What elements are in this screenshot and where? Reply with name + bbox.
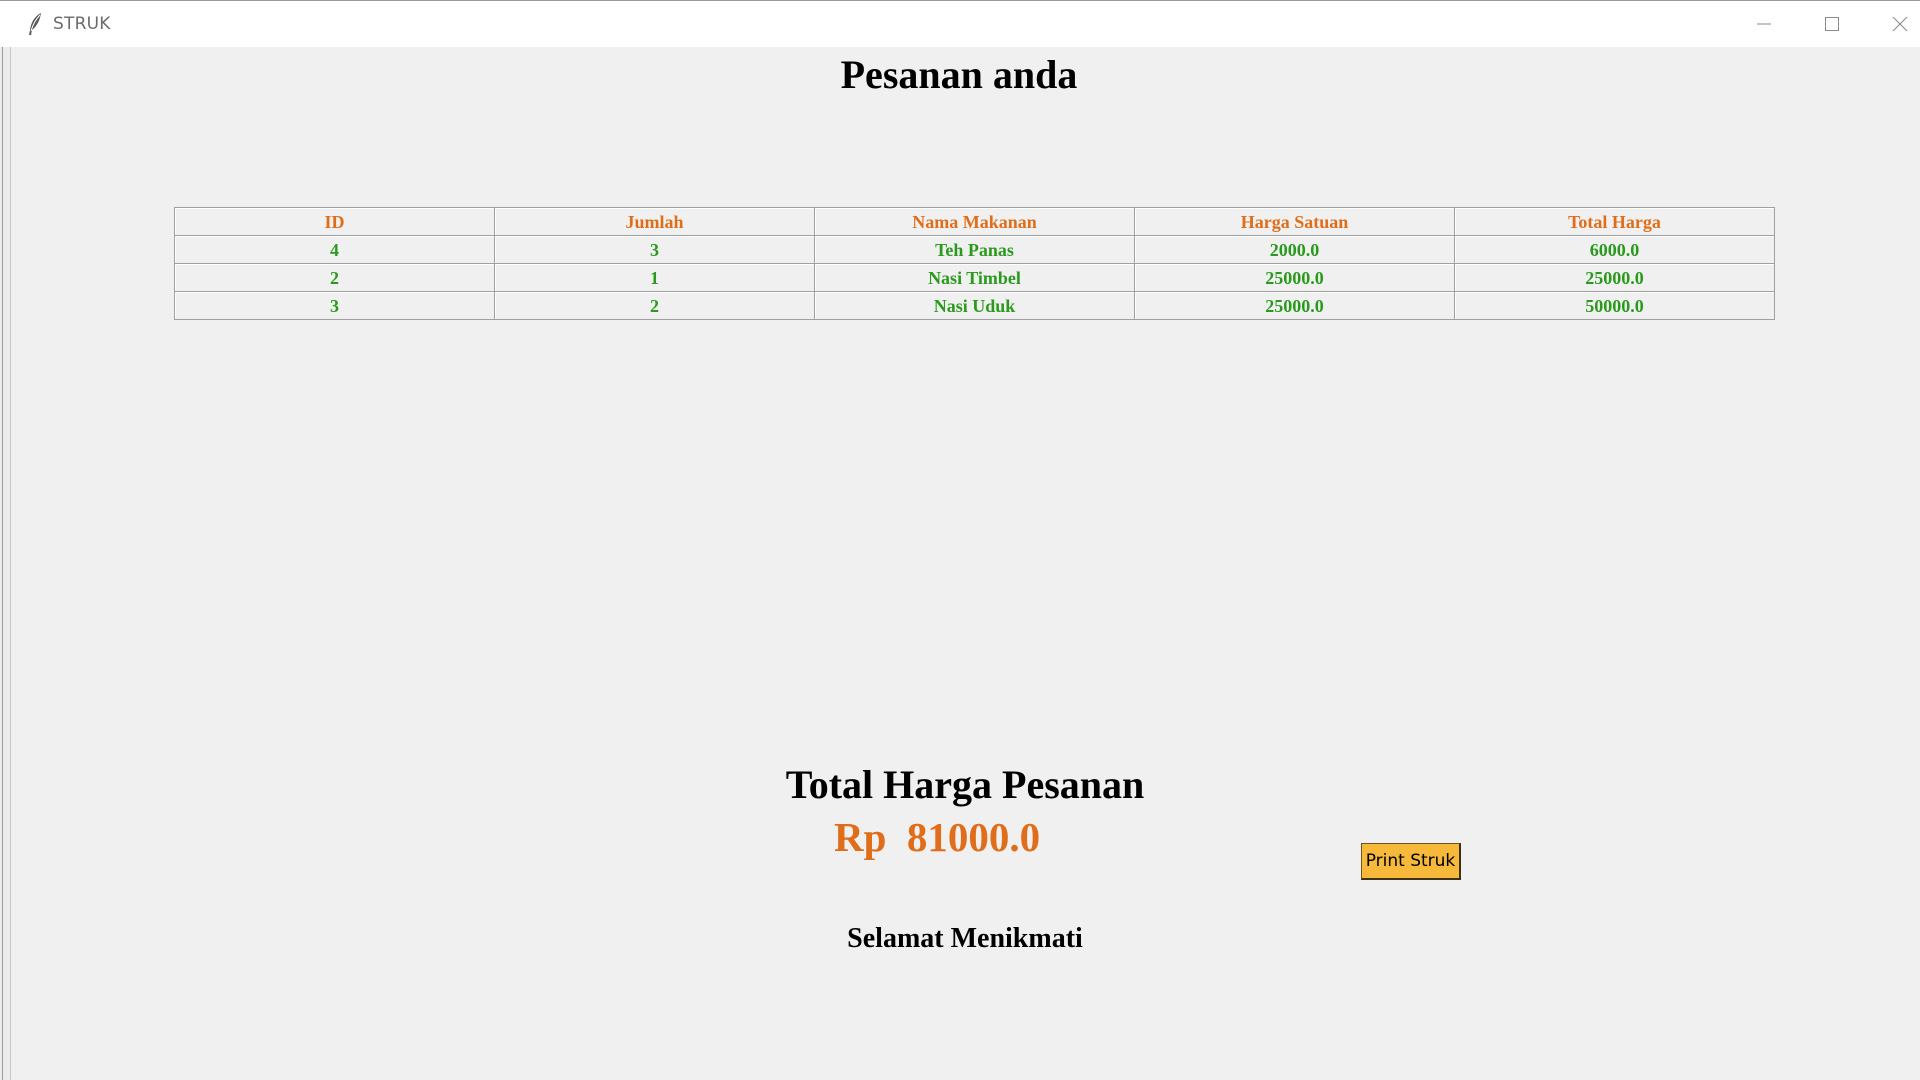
cell-harga-satuan: 2000.0 [1134,235,1455,264]
window-title: STRUK [53,14,111,34]
close-icon [1892,16,1908,32]
column-header-jumlah: Jumlah [494,207,815,236]
minimize-icon [1757,17,1771,31]
maximize-button[interactable] [1798,1,1866,47]
cell-nama-makanan: Nasi Timbel [814,263,1135,292]
total-label: Total Harga Pesanan [785,762,1145,807]
column-header-harga-satuan: Harga Satuan [1134,207,1455,236]
feather-icon [26,12,44,36]
closing-message: Selamat Menikmati [847,923,1083,954]
cell-id: 2 [174,263,495,292]
cell-total-harga: 50000.0 [1454,291,1775,320]
cell-jumlah: 1 [494,263,815,292]
cell-jumlah: 3 [494,235,815,264]
main-content: Pesanan anda ID Jumlah Nama Makanan Harg… [11,47,1920,1080]
window-left-border [0,0,11,1080]
page-title: Pesanan anda [840,52,1078,97]
print-struk-button[interactable]: Print Struk [1361,843,1461,880]
minimize-button[interactable] [1730,1,1798,47]
total-value: Rp 81000.0 [834,814,1041,860]
table-row: 2 1 Nasi Timbel 25000.0 25000.0 [174,263,1775,292]
app-window: STRUK Pesanan anda ID Jumlah Nama Makana… [0,0,1920,1080]
cell-harga-satuan: 25000.0 [1134,291,1455,320]
column-header-nama-makanan: Nama Makanan [814,207,1135,236]
cell-harga-satuan: 25000.0 [1134,263,1455,292]
cell-total-harga: 25000.0 [1454,263,1775,292]
table-row: 4 3 Teh Panas 2000.0 6000.0 [174,235,1775,264]
cell-jumlah: 2 [494,291,815,320]
close-button[interactable] [1866,1,1920,47]
cell-total-harga: 6000.0 [1454,235,1775,264]
maximize-icon [1825,17,1839,31]
cell-id: 4 [174,235,495,264]
column-header-id: ID [174,207,495,236]
cell-nama-makanan: Teh Panas [814,235,1135,264]
cell-nama-makanan: Nasi Uduk [814,291,1135,320]
table-header-row: ID Jumlah Nama Makanan Harga Satuan Tota… [174,207,1775,236]
title-bar[interactable]: STRUK [0,0,1920,47]
column-header-total-harga: Total Harga [1454,207,1775,236]
order-table: ID Jumlah Nama Makanan Harga Satuan Tota… [174,207,1775,320]
table-row: 3 2 Nasi Uduk 25000.0 50000.0 [174,291,1775,320]
cell-id: 3 [174,291,495,320]
